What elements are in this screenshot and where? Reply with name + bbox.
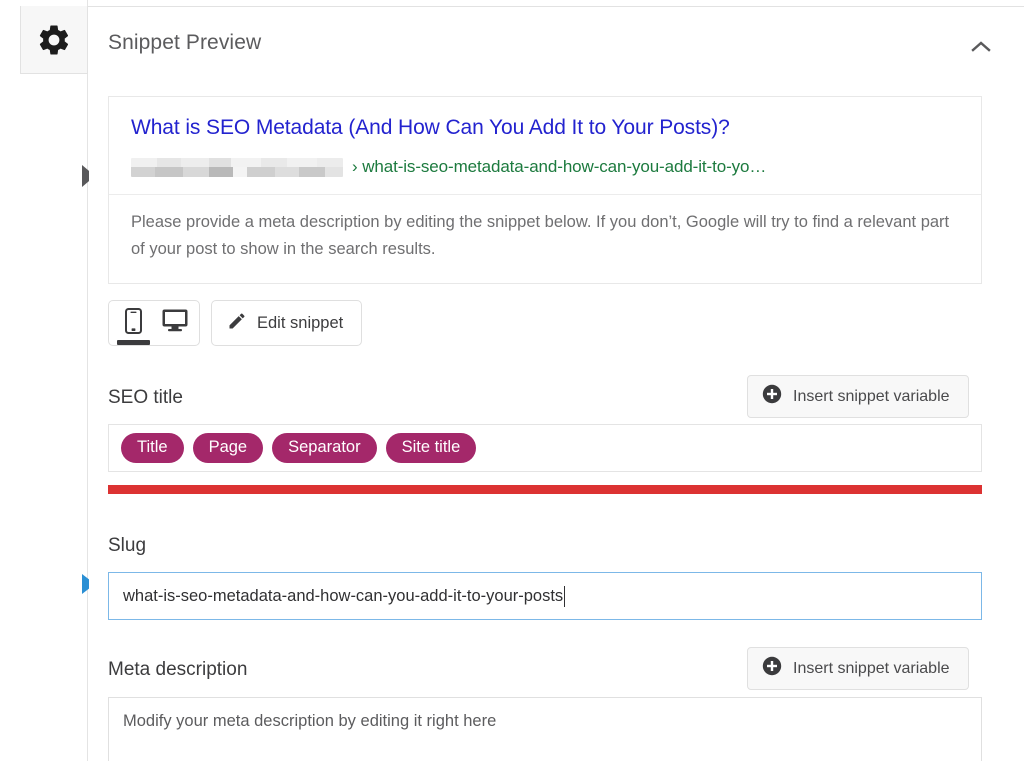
snippet-preview-panel: Snippet Preview What is SEO Metadata (An… bbox=[89, 7, 1024, 761]
plus-circle-icon bbox=[762, 656, 782, 681]
gear-icon bbox=[36, 22, 72, 58]
app-root: Snippet Preview What is SEO Metadata (An… bbox=[0, 0, 1024, 761]
slug-value: what-is-seo-metadata-and-how-can-you-add… bbox=[123, 586, 564, 605]
seo-title-label: SEO title bbox=[108, 387, 183, 408]
mobile-phone-icon bbox=[125, 307, 142, 339]
plus-circle-icon bbox=[762, 384, 782, 409]
meta-description-label: Meta description bbox=[108, 659, 248, 680]
snippet-preview-url-row: › what-is-seo-metadata-and-how-can-you-a… bbox=[109, 141, 981, 181]
seo-title-length-progress-bar bbox=[108, 485, 982, 494]
blurred-domain-placeholder bbox=[131, 157, 343, 177]
meta-description-input[interactable]: Modify your meta description by editing … bbox=[108, 697, 982, 761]
insert-snippet-variable-label: Insert snippet variable bbox=[793, 387, 950, 405]
desktop-monitor-icon bbox=[162, 309, 188, 337]
insert-snippet-variable-button-meta[interactable]: Insert snippet variable bbox=[747, 647, 969, 690]
meta-description-value: Modify your meta description by editing … bbox=[123, 712, 497, 730]
seo-title-input[interactable]: Title Page Separator Site title bbox=[108, 424, 982, 472]
edit-snippet-label: Edit snippet bbox=[257, 313, 344, 332]
panel-header: Snippet Preview bbox=[89, 7, 1024, 81]
snippet-variable-chip[interactable]: Separator bbox=[272, 432, 377, 464]
chevron-up-icon bbox=[971, 39, 991, 57]
snippet-preview-description: Please provide a meta description by edi… bbox=[109, 194, 981, 283]
desktop-view-button[interactable] bbox=[158, 301, 191, 345]
insert-snippet-variable-button-title[interactable]: Insert snippet variable bbox=[747, 375, 969, 418]
collapse-toggle[interactable] bbox=[966, 37, 996, 59]
snippet-preview-title: What is SEO Metadata (And How Can You Ad… bbox=[131, 116, 730, 139]
snippet-variable-chip[interactable]: Page bbox=[192, 432, 264, 464]
edit-snippet-button[interactable]: Edit snippet bbox=[211, 300, 363, 346]
slug-label: Slug bbox=[108, 535, 147, 556]
preview-controls: Edit snippet bbox=[108, 300, 363, 346]
settings-gear-tab[interactable] bbox=[20, 6, 88, 74]
page-title: Snippet Preview bbox=[108, 31, 262, 54]
device-view-toggle[interactable] bbox=[108, 300, 200, 346]
snippet-variable-chip[interactable]: Title bbox=[121, 432, 184, 464]
google-snippet-preview-card[interactable]: What is SEO Metadata (And How Can You Ad… bbox=[108, 96, 982, 284]
mobile-view-button[interactable] bbox=[117, 301, 150, 345]
insert-snippet-variable-label: Insert snippet variable bbox=[793, 659, 950, 677]
snippet-variable-chip[interactable]: Site title bbox=[385, 432, 477, 464]
active-view-indicator bbox=[117, 340, 150, 345]
left-rail bbox=[0, 0, 95, 761]
snippet-preview-url: › what-is-seo-metadata-and-how-can-you-a… bbox=[352, 157, 767, 176]
slug-input[interactable]: what-is-seo-metadata-and-how-can-you-add… bbox=[108, 572, 982, 620]
text-caret bbox=[564, 585, 566, 607]
pencil-icon bbox=[227, 311, 247, 336]
